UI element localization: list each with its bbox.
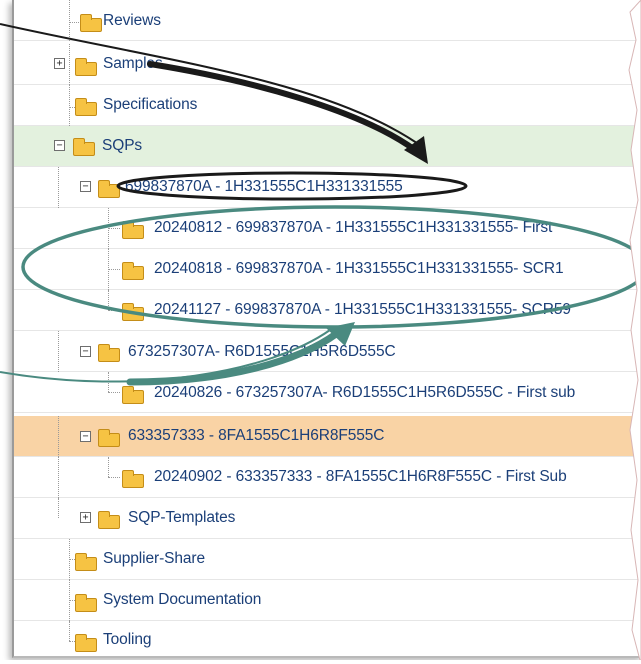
tree-item-20241127[interactable]: 20241127 - 699837870A - 1H331555C1H33133… [14,290,641,331]
tree-item-20240826[interactable]: 20240826 - 673257307A- R6D1555C1H5R6D555… [14,372,641,413]
tree-item-label: Reviews [103,12,161,29]
tree-item-20240818[interactable]: 20240818 - 699837870A - 1H331555C1H33133… [14,249,641,290]
collapse-icon[interactable]: − [54,140,65,151]
expand-icon[interactable]: + [80,512,91,523]
tree-item-sqps[interactable]: − SQPs [14,126,641,167]
tree-item-specifications[interactable]: Specifications [14,85,641,126]
folder-icon [122,221,144,239]
tree-item-label: Supplier-Share [103,550,205,567]
tree-item-system-documentation[interactable]: System Documentation [14,580,641,621]
tree-item-label: 20240826 - 673257307A- R6D1555C1H5R6D555… [154,384,576,401]
collapse-icon[interactable]: − [80,431,91,442]
folder-icon [98,511,120,529]
folder-icon [98,180,120,198]
tree-item-label: 20240902 - 633357333 - 8FA1555C1H6R8F555… [154,468,567,485]
tree-item-samples[interactable]: + Samples [14,44,641,85]
folder-icon [75,594,97,612]
folder-icon [122,262,144,280]
tree-item-label: 699837870A - 1H331555C1H331331555 [125,178,403,195]
tree-item-label: SQP-Templates [128,509,236,526]
folder-icon [75,58,97,76]
folder-icon [73,138,95,156]
collapse-icon[interactable]: − [80,181,91,192]
tree-item-label: 20241127 - 699837870A - 1H331555C1H33133… [154,301,571,318]
tree-item-label: System Documentation [103,591,262,608]
folder-icon [122,386,144,404]
tree-item-tooling[interactable]: Tooling [14,621,641,656]
folder-icon [122,303,144,321]
tree-item-699837870a[interactable]: − 699837870A - 1H331555C1H331331555 [14,167,641,208]
tree-item-supplier-share[interactable]: Supplier-Share [14,539,641,580]
folder-icon [75,98,97,116]
tree-item-sqp-templates[interactable]: + SQP-Templates [14,498,641,539]
tree-item-label: 633357333 - 8FA1555C1H6R8F555C [128,427,385,444]
folder-icon [75,634,97,652]
tree-item-label: Samples [103,55,163,72]
tree-item-label: 673257307A- R6D1555C1H5R6D555C [128,343,396,360]
folder-icon [122,470,144,488]
tree-item-20240902[interactable]: 20240902 - 633357333 - 8FA1555C1H6R8F555… [14,457,641,498]
collapse-icon[interactable]: − [80,346,91,357]
tree-item-label: 20240818 - 699837870A - 1H331555C1H33133… [154,260,564,277]
folder-icon [98,429,120,447]
expand-icon[interactable]: + [54,58,65,69]
folder-tree-panel: Reviews + Samples Specifications − SQPs … [12,0,641,658]
tree-item-label: SQPs [102,137,143,154]
tree-item-633357333[interactable]: − 633357333 - 8FA1555C1H6R8F555C [14,416,641,457]
tree-item-label: 20240812 - 699837870A - 1H331555C1H33133… [154,219,553,236]
folder-icon [98,344,120,362]
tree-item-673257307a[interactable]: − 673257307A- R6D1555C1H5R6D555C [14,331,641,372]
tree-item-label: Specifications [103,96,198,113]
tree-item-20240812[interactable]: 20240812 - 699837870A - 1H331555C1H33133… [14,208,641,249]
tree-item-label: Tooling [103,631,152,648]
folder-icon [80,14,102,32]
tree-item-reviews[interactable]: Reviews [14,0,641,41]
folder-icon [75,553,97,571]
